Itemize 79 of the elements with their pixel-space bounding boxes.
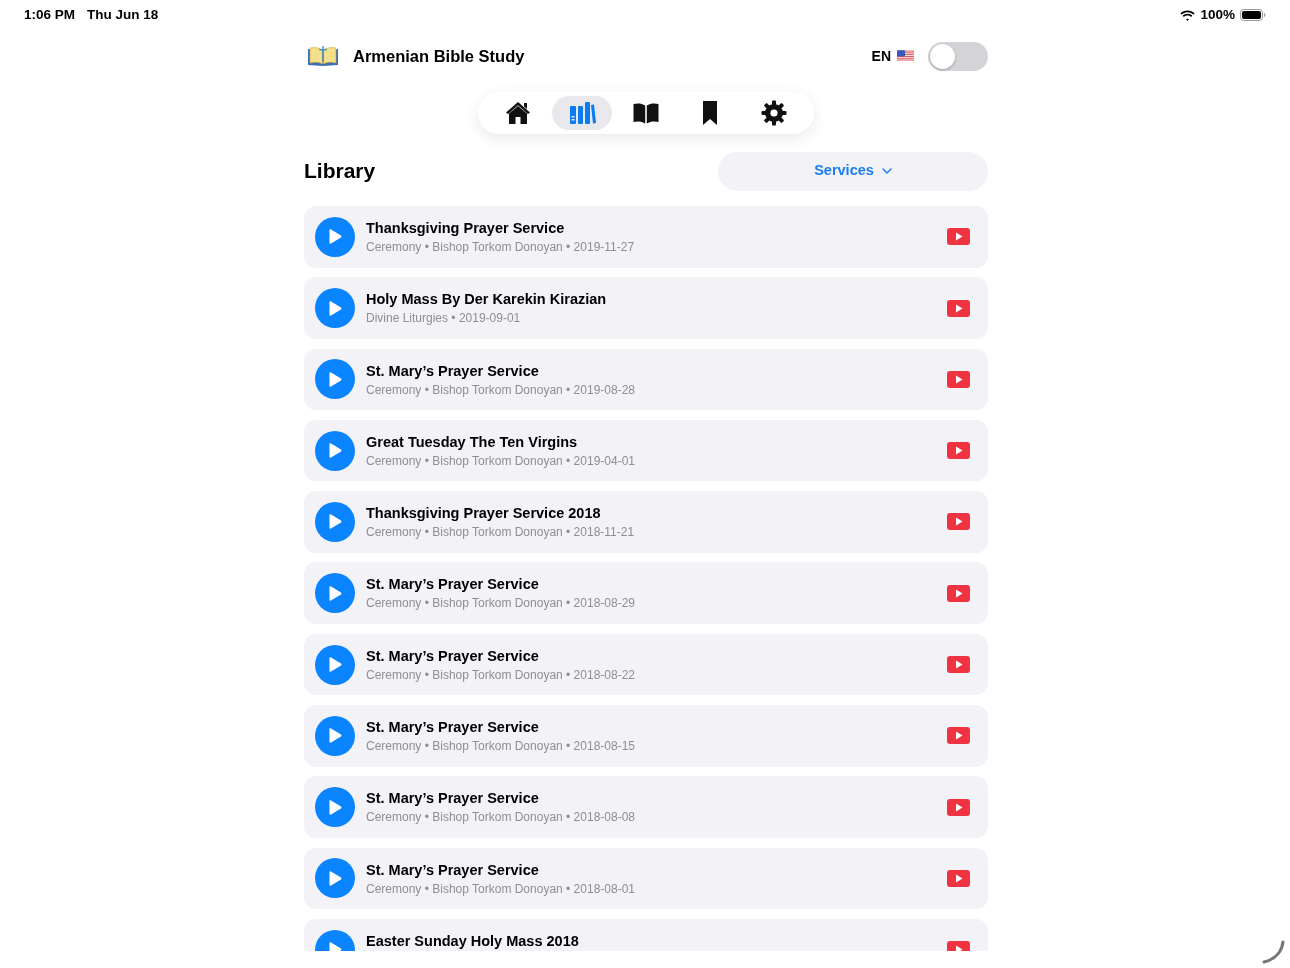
service-row[interactable]: St. Mary’s Prayer Service Ceremony • Bishop Torkom Donoyan • 2019-08-28: [304, 348, 988, 411]
service-details: Ceremony • Bishop Torkom Donoyan • 2019-11-27: [366, 240, 636, 255]
service-title: Great Tuesday The Ten Virgins: [366, 433, 579, 450]
service-details: Divine Liturgies • 2019-09-01: [366, 311, 522, 327]
play-button[interactable]: [315, 288, 355, 329]
service-details: Ceremony • Bishop Torkom Donoyan • 2018-08-15: [366, 739, 636, 755]
play-icon: [328, 229, 342, 245]
service-title: Holy Mass By Der Karekin Kirazian: [366, 291, 608, 308]
play-icon: [328, 799, 342, 815]
service-row[interactable]: St. Mary’s Prayer Service Ceremony • Bishop Torkom Donoyan • 2018-08-29: [304, 562, 988, 624]
video-play-icon[interactable]: [947, 370, 970, 388]
play-button[interactable]: [315, 573, 355, 614]
service-row[interactable]: Thanksgiving Prayer Service 2018 Ceremony • Bishop Torkom Donoyan • 2018-11-21: [304, 491, 988, 553]
language-toggle[interactable]: [928, 41, 988, 71]
video-play-icon[interactable]: [947, 656, 970, 674]
filter-dropdown[interactable]: Services: [718, 151, 988, 191]
video-play-icon[interactable]: [947, 513, 970, 531]
service-details: Ceremony • Bishop Torkom Donoyan • 2018-08-29: [366, 596, 636, 612]
service-row[interactable]: St. Mary’s Prayer Service Ceremony • Bishop Torkom Donoyan • 2018-08-01: [304, 847, 988, 910]
service-title: Easter Sunday Holy Mass 2018: [366, 932, 580, 949]
play-button[interactable]: [315, 216, 355, 257]
status-time: 1:06 PM: [24, 5, 76, 24]
play-icon: [328, 443, 342, 459]
play-button[interactable]: [315, 715, 355, 756]
video-play-icon[interactable]: [947, 584, 970, 602]
play-button[interactable]: [315, 858, 355, 899]
play-icon: [328, 371, 342, 387]
service-details: Ceremony • Bishop Torkom Donoyan • 2018-08-01: [366, 881, 636, 897]
service-title: St. Mary’s Prayer Service: [366, 576, 540, 593]
service-details: Ceremony • Bishop Torkom Donoyan • 2018-08-22: [366, 667, 636, 683]
video-play-icon[interactable]: [947, 798, 970, 816]
play-icon: [328, 514, 342, 530]
service-row[interactable]: Easter Sunday Holy Mass 2018: [304, 918, 988, 951]
service-row[interactable]: Holy Mass By Der Karekin Kirazian Divine Liturgies • 2019-09-01: [304, 277, 988, 339]
service-row[interactable]: Thanksgiving Prayer Service Ceremony • Bishop Torkom Donoyan • 2019-11-27: [304, 206, 988, 268]
app-title: Armenian Bible Study: [353, 45, 525, 67]
video-play-icon[interactable]: [947, 228, 970, 246]
section-title: Library: [304, 158, 376, 184]
service-title: Thanksgiving Prayer Service: [366, 220, 566, 236]
settings-icon: [760, 99, 788, 127]
video-play-icon[interactable]: [947, 299, 970, 317]
play-button[interactable]: [315, 430, 355, 471]
service-row[interactable]: St. Mary’s Prayer Service Ceremony • Bishop Torkom Donoyan • 2018-08-22: [304, 633, 988, 696]
library-books-icon: [568, 99, 596, 127]
play-button[interactable]: [315, 787, 355, 828]
video-play-icon[interactable]: [947, 442, 970, 460]
video-play-icon[interactable]: [947, 869, 970, 887]
battery-percent: 100%: [1200, 5, 1235, 24]
chevron-down-icon: [881, 168, 892, 174]
service-details: Ceremony • Bishop Torkom Donoyan • 2019-08-28: [366, 382, 636, 398]
play-icon: [328, 300, 342, 316]
wifi-icon: [1180, 9, 1196, 21]
play-button[interactable]: [315, 501, 355, 542]
language-label: EN: [871, 46, 891, 66]
spinner-icon: [1261, 940, 1285, 964]
service-title: St. Mary’s Prayer Service: [366, 861, 540, 878]
play-icon: [328, 657, 342, 673]
play-button[interactable]: [315, 359, 355, 400]
service-details: Ceremony • Bishop Torkom Donoyan • 2018-11-21: [366, 525, 636, 541]
service-row[interactable]: St. Mary’s Prayer Service Ceremony • Bishop Torkom Donoyan • 2018-08-08: [304, 776, 988, 838]
play-button[interactable]: [315, 644, 355, 685]
play-icon: [328, 870, 342, 886]
flag-icon: [897, 50, 914, 62]
service-row[interactable]: Great Tuesday The Ten Virgins Ceremony • Bishop Torkom Donoyan • 2019-04-01: [304, 419, 988, 482]
service-title: St. Mary’s Prayer Service: [366, 790, 540, 807]
service-title: Thanksgiving Prayer Service 2018: [366, 505, 602, 522]
service-title: St. Mary’s Prayer Service: [366, 647, 540, 664]
service-title: St. Mary’s Prayer Service: [366, 362, 540, 379]
status-date: Thu Jun 18: [87, 5, 159, 24]
play-icon: [328, 728, 342, 744]
play-icon: [328, 585, 342, 601]
book-logo-icon: [307, 45, 339, 67]
battery-icon: [1240, 9, 1266, 21]
video-play-icon[interactable]: [947, 727, 970, 745]
home-icon: [504, 99, 532, 127]
service-details: Ceremony • Bishop Torkom Donoyan • 2019-04-01: [366, 453, 636, 469]
service-details: Ceremony • Bishop Torkom Donoyan • 2018-08-08: [366, 810, 636, 826]
service-row[interactable]: St. Mary’s Prayer Service Ceremony • Bishop Torkom Donoyan • 2018-08-15: [304, 705, 988, 767]
service-title: St. Mary’s Prayer Service: [366, 719, 540, 736]
